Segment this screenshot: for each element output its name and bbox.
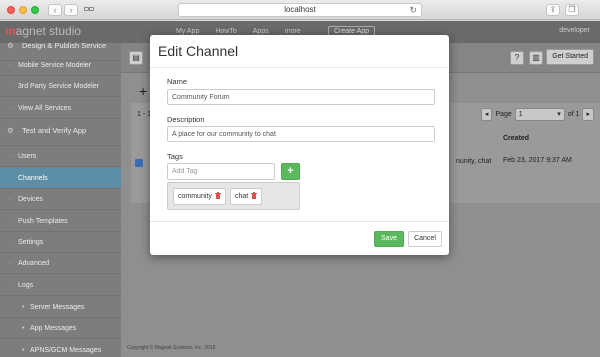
bullet-icon: · <box>9 196 12 203</box>
record-count: 1 - 1 <box>137 111 152 118</box>
sidebar-item[interactable]: • Server Messages <box>0 297 121 318</box>
bullet-icon: · <box>9 218 12 225</box>
tabs-overview-icon[interactable]: ❐ <box>565 4 579 16</box>
reload-icon[interactable]: ↻ <box>409 4 417 16</box>
sidebar-item[interactable]: ⚙ Test and Verify App <box>0 120 121 146</box>
sidebar-item-label: Devices <box>18 196 43 203</box>
sidebar-item-label: Users <box>18 153 37 160</box>
forward-button[interactable]: › <box>64 4 78 16</box>
sidebar-item-label: Logs <box>18 282 34 289</box>
sidebar-item-label: APNS/GCM Messages <box>30 347 102 354</box>
sidebar-item-label: Design & Publish Service <box>22 41 107 50</box>
created-column-header[interactable]: Created <box>503 135 529 142</box>
sidebar-item-label: Channels <box>18 175 48 182</box>
sidebar-item-label: Advanced <box>18 260 50 267</box>
bullet-icon: · <box>9 175 12 182</box>
edit-channel-modal: Edit Channel Name Description Tags + com… <box>150 35 449 255</box>
sidebar-item[interactable]: · Users <box>0 146 121 167</box>
sidebar-item[interactable]: · Advanced <box>0 253 121 274</box>
bullet-icon: • <box>22 325 25 332</box>
menu-toggle-icon[interactable]: ▤ <box>129 51 143 65</box>
back-button[interactable]: ‹ <box>48 4 62 16</box>
sidebar-item-label: Server Messages <box>30 304 85 311</box>
tags-label: Tags <box>167 152 183 161</box>
bullet-icon: · <box>9 62 12 69</box>
tag-chip: community <box>173 188 226 205</box>
sidebar-item-label: Test and Verify App <box>22 126 87 135</box>
sidebar-item-label: 3rd Party Service Modeler <box>18 83 99 90</box>
sidebar: ⚙ Design & Publish Service · Mobile Service… <box>0 41 121 357</box>
row-checkbox[interactable] <box>135 159 143 167</box>
modal-footer-divider <box>150 221 449 222</box>
book-icon[interactable]: ▥ <box>529 51 543 65</box>
sidebar-toggle-icon[interactable] <box>83 4 97 16</box>
sidebar-item[interactable]: · Settings <box>0 232 121 253</box>
next-page-button[interactable]: ▸ <box>582 108 594 121</box>
add-channel-icon[interactable]: + <box>139 83 147 99</box>
page-label: Page <box>495 111 512 118</box>
pagination: ◂ Page 1 ▾ of 1 ▸ <box>480 108 594 121</box>
section-icon: ⚙ <box>7 126 14 135</box>
sidebar-item[interactable]: • App Messages <box>0 318 121 339</box>
modal-header-divider <box>150 67 449 68</box>
page-select[interactable]: 1 ▾ <box>514 108 565 121</box>
save-button[interactable]: Save <box>374 231 404 247</box>
sidebar-item[interactable]: · Logs <box>0 275 121 296</box>
page-of: of 1 <box>567 111 580 118</box>
help-button[interactable]: ? <box>510 51 524 65</box>
browser-toolbar: ‹ › localhost ↻ ⇪ ❐ <box>0 0 600 20</box>
bullet-icon: · <box>9 239 12 246</box>
description-input[interactable] <box>167 126 435 142</box>
cancel-button[interactable]: Cancel <box>408 231 442 247</box>
name-input[interactable] <box>167 89 435 105</box>
bullet-icon: • <box>22 347 25 354</box>
maximize-window-button[interactable] <box>31 6 39 14</box>
tag-label: chat <box>235 193 249 200</box>
sidebar-item[interactable]: • APNS/GCM Messages <box>0 340 121 357</box>
name-label: Name <box>167 77 188 86</box>
user-menu[interactable]: developer <box>559 27 590 34</box>
bullet-icon: · <box>9 83 12 90</box>
tag-chip: chat <box>230 188 263 205</box>
sidebar-item[interactable]: · View All Services <box>0 98 121 119</box>
table-cell-created: Feb 23, 2017 9:37 AM <box>503 157 572 164</box>
description-label: Description <box>167 115 205 124</box>
sidebar-item-label: View All Services <box>18 105 72 112</box>
add-tag-button[interactable]: + <box>281 163 300 180</box>
sidebar-item-label: Push Templates <box>18 218 68 225</box>
trash-icon[interactable] <box>251 192 258 199</box>
bullet-icon: · <box>9 105 12 112</box>
url-text: localhost <box>284 5 316 14</box>
add-tag-input[interactable] <box>167 163 275 180</box>
caret-down-icon: ▾ <box>557 111 561 118</box>
close-window-button[interactable] <box>7 6 15 14</box>
sidebar-item-label: Settings <box>18 239 44 246</box>
bullet-icon: • <box>22 304 25 311</box>
modal-title: Edit Channel <box>158 43 239 59</box>
sidebar-item-label: App Messages <box>30 325 77 332</box>
footer-text: Copyright © Magnet Systems, Inc. 2016 <box>127 345 216 351</box>
sidebar-item[interactable]: · Push Templates <box>0 211 121 232</box>
sidebar-item-label: Mobile Service Modeler <box>18 62 92 69</box>
bullet-icon: · <box>9 260 12 267</box>
prev-page-button[interactable]: ◂ <box>480 108 493 121</box>
tag-label: community <box>178 193 212 200</box>
address-bar[interactable]: localhost ↻ <box>178 3 422 17</box>
share-icon[interactable]: ⇪ <box>546 4 560 16</box>
bullet-icon: · <box>9 282 12 289</box>
table-cell: nunity, chat <box>456 158 492 165</box>
sidebar-item[interactable]: · Devices <box>0 189 121 210</box>
bullet-icon: · <box>9 153 12 160</box>
sidebar-item[interactable]: · 3rd Party Service Modeler <box>0 76 121 97</box>
sidebar-item[interactable]: · Mobile Service Modeler <box>0 55 121 76</box>
tag-list: community chat <box>167 182 300 210</box>
sidebar-item[interactable]: · Channels <box>0 168 121 189</box>
trash-icon[interactable] <box>214 192 221 199</box>
get-started-button[interactable]: Get Started <box>546 49 594 65</box>
minimize-window-button[interactable] <box>19 6 27 14</box>
section-icon: ⚙ <box>7 41 14 50</box>
